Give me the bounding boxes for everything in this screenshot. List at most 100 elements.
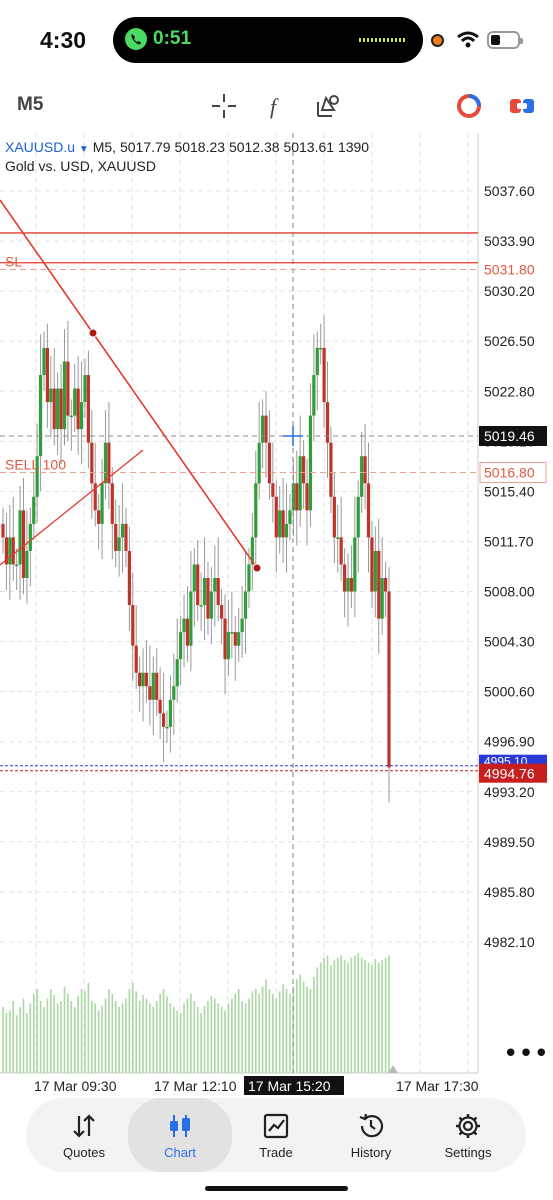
candle-body [366,483,371,538]
candle-body [223,618,227,660]
candle-body [90,442,94,484]
candle-body [192,564,196,592]
candle-body [120,523,125,538]
candle-body [8,537,12,565]
dynamic-island[interactable]: 0:51 [113,17,423,63]
tab-trade-label: Trade [259,1145,293,1160]
status-time: 4:30 [40,27,87,53]
y-tick-label-14: 4985.80 [484,884,535,900]
wifi-icon [457,31,479,48]
candle-body [199,605,203,607]
tab-chart[interactable]: Chart [128,1098,232,1172]
candle-body [59,388,63,430]
candle-body [131,605,135,646]
candle-body [38,375,43,457]
objects-icon[interactable] [314,92,342,120]
candle-body [62,361,67,430]
candle-body [332,496,336,538]
candle-body [243,591,248,619]
y-tick-label-3: 5026.50 [484,333,535,349]
candle-body [353,537,357,592]
home-indicator [205,1186,348,1191]
candle-body [56,388,60,430]
tab-chart-label: Chart [164,1145,196,1160]
crosshair-price-label: 5019.46 [484,428,535,444]
indicators-icon[interactable]: f [262,92,290,120]
phone-icon [125,28,147,50]
candle-body [117,537,121,551]
candle-body [182,618,186,633]
candle-body [11,537,15,565]
candle-body [274,496,278,538]
y-tick-label-0: 5037.60 [484,183,535,199]
symbol-selector[interactable]: XAUUSD.u [5,139,75,155]
candle-body [240,618,244,633]
symbol-dropdown-icon[interactable]: ▼ [79,144,89,155]
crosshair-time-label: 17 Mar 15:20 [248,1078,331,1094]
y-tick-label-7: 5011.70 [484,533,534,549]
candle-body [216,578,220,606]
call-timer: 0:51 [153,28,192,49]
candle-body [380,578,384,619]
crosshair-icon[interactable] [210,92,238,120]
settings-icon [456,1114,480,1138]
candle-body [49,388,53,403]
candle-body [86,375,90,443]
account-ring-icon[interactable] [455,92,483,120]
candle-body [349,578,354,592]
candle-body [264,415,268,443]
candle-body [295,483,299,511]
candle-body [79,402,84,430]
candle-body [209,591,213,619]
candle-body [76,388,80,430]
trendline-down [0,199,258,569]
candle-body [339,537,343,565]
candle-body [281,510,285,538]
timeframe-button[interactable]: M5 [17,94,43,116]
candle-body [233,632,237,646]
candle-body [206,578,210,619]
candle-body [42,347,46,376]
candle-body [336,537,340,539]
candle-body [144,672,149,687]
x-tick-label-1: 17 Mar 12:10 [154,1078,237,1094]
sell-price-label: 5016.80 [484,464,535,480]
candle-body [69,415,73,418]
candle-body [220,605,224,619]
y-tick-label-4: 5022.80 [484,383,535,399]
tab-bar: Quotes Chart Trade History Settings [26,1098,526,1172]
candle-body [148,686,152,700]
candle-body [284,523,289,538]
candle-body [151,672,155,700]
tab-trade[interactable]: Trade [226,1098,326,1172]
chart-canvas[interactable]: 5037.60 5033.90 5030.20 5026.50 5022.80 5019.… [0,133,553,1095]
sell-order-label: SELL 100 [5,456,66,472]
price-chart[interactable]: 5037.60 5033.90 5030.20 5026.50 5022.80 5019.… [0,133,553,1095]
candle-body [189,591,193,646]
candle-body [73,388,77,416]
candle-body [66,361,70,416]
x-tick-label-0: 17 Mar 09:30 [34,1078,117,1094]
candle-body [302,456,306,484]
candle-body [28,523,32,551]
y-tick-label-2: 5030.20 [484,283,535,299]
one-click-trading-icon[interactable] [508,92,536,120]
candle-body [298,456,302,511]
candle-body [271,483,275,497]
audio-wave-icon [359,38,407,42]
tab-history[interactable]: History [321,1098,421,1172]
candle-body [363,456,367,484]
y-tick-label-13: 4989.50 [484,834,535,850]
candle-body [110,483,114,524]
more-options-icon[interactable]: ••• [503,1039,549,1069]
bid-price-label: 4994.76 [484,766,535,782]
tab-quotes[interactable]: Quotes [34,1098,134,1172]
candle-body [261,415,265,443]
y-tick-label-1: 5033.90 [484,233,535,249]
candle-body [15,564,19,566]
tab-settings[interactable]: Settings [418,1098,518,1172]
candle-body [325,402,330,443]
candle-body [322,347,326,403]
candle-body [179,632,183,660]
candle-body [312,375,316,416]
